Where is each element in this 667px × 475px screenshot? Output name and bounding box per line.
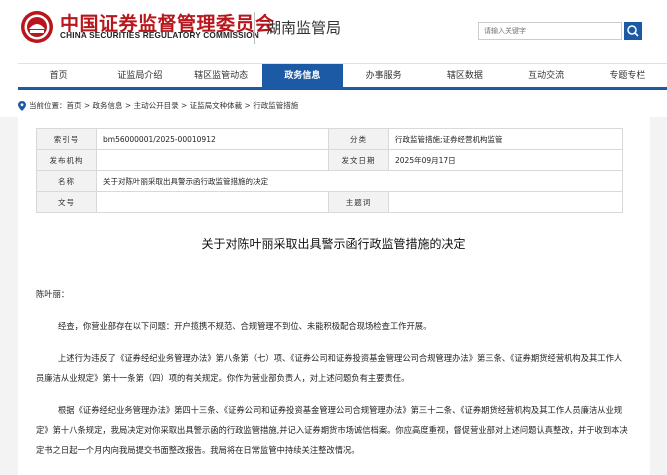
name-value: 关于对陈叶丽采取出具警示函行政监管措施的决定 bbox=[96, 170, 623, 192]
logo-divider bbox=[254, 12, 255, 44]
date-label: 发文日期 bbox=[328, 149, 389, 171]
index-label: 索引号 bbox=[36, 128, 97, 150]
search-button[interactable] bbox=[624, 22, 642, 40]
breadcrumb: 当前位置：首页 > 政务信息 > 主动公开目录 > 证监局文种体裁 > 行政监管… bbox=[29, 100, 298, 111]
site-header: 中国证券监督管理委员会 CHINA SECURITIES REGULATORY … bbox=[0, 0, 667, 62]
breadcrumb-prefix: 当前位置： bbox=[29, 101, 67, 110]
document-info-table: 索引号 bm56000001/2025-00010912 分类 行政监管措施;证… bbox=[36, 128, 623, 213]
nav-services[interactable]: 办事服务 bbox=[343, 64, 424, 87]
table-row: 名称 关于对陈叶丽采取出具警示函行政监管措施的决定 bbox=[36, 170, 623, 192]
table-row: 文号 主题词 bbox=[36, 191, 623, 213]
search-input[interactable] bbox=[478, 22, 622, 40]
document-paragraph-2: 上述行为违反了《证券经纪业务管理办法》第八条第（七）项、《证券公司和证券投资基金… bbox=[36, 353, 623, 383]
date-value: 2025年09月17日 bbox=[388, 149, 623, 171]
nav-regional-data[interactable]: 辖区数据 bbox=[424, 64, 505, 87]
location-pin-icon bbox=[18, 101, 26, 111]
nav-about[interactable]: 证监局介绍 bbox=[99, 64, 180, 87]
document-paragraph-1: 经查，你营业部存在以下问题：开户揽携不规范、合规管理不到位、未能积极配合现场检查… bbox=[58, 321, 432, 331]
table-row: 发布机构 发文日期 2025年09月17日 bbox=[36, 149, 623, 171]
category-value: 行政监管措施;证券经营机构监管 bbox=[388, 128, 623, 150]
main-nav: 首页 证监局介绍 辖区监管动态 政务信息 办事服务 辖区数据 互动交流 专题专栏 bbox=[18, 63, 667, 90]
nav-home[interactable]: 首页 bbox=[18, 64, 99, 87]
breadcrumb-path[interactable]: 首页 > 政务信息 > 主动公开目录 > 证监局文种体裁 > 行政监管措施 bbox=[67, 101, 299, 110]
search-icon bbox=[627, 25, 639, 37]
name-label: 名称 bbox=[36, 170, 97, 192]
issuer-value bbox=[96, 149, 329, 171]
nav-interaction[interactable]: 互动交流 bbox=[506, 64, 587, 87]
site-title-en[interactable]: CHINA SECURITIES REGULATORY COMMISSION bbox=[60, 31, 259, 40]
nav-regional-dynamics[interactable]: 辖区监管动态 bbox=[181, 64, 262, 87]
csrc-emblem-icon[interactable] bbox=[20, 10, 54, 44]
site-subtitle: 湖南监管局 bbox=[266, 19, 342, 37]
category-label: 分类 bbox=[328, 128, 389, 150]
issuer-label: 发布机构 bbox=[36, 149, 97, 171]
table-row: 索引号 bm56000001/2025-00010912 分类 行政监管措施;证… bbox=[36, 128, 623, 150]
document-salutation: 陈叶丽： bbox=[36, 289, 70, 299]
nav-special-topics[interactable]: 专题专栏 bbox=[587, 64, 667, 87]
docno-value bbox=[96, 191, 329, 213]
nav-government-info[interactable]: 政务信息 bbox=[261, 64, 343, 87]
index-value: bm56000001/2025-00010912 bbox=[96, 128, 329, 150]
document-paragraph-3: 根据《证券经纪业务管理办法》第四十三条、《证券公司和证券投资基金管理公司合规管理… bbox=[36, 405, 628, 455]
docno-label: 文号 bbox=[36, 191, 97, 213]
document-title: 关于对陈叶丽采取出具警示函行政监管措施的决定 bbox=[201, 237, 466, 251]
keywords-label: 主题词 bbox=[328, 191, 389, 213]
keywords-value bbox=[388, 191, 623, 213]
